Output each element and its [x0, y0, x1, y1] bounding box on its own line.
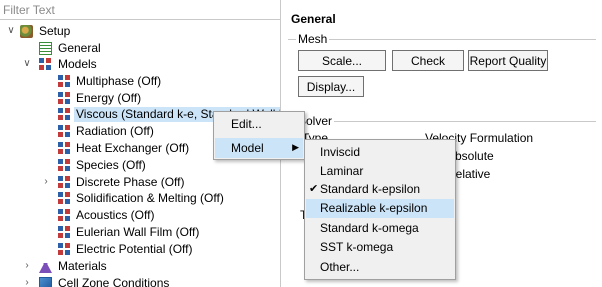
solver-group-border	[288, 121, 596, 122]
filter-text-input[interactable]	[0, 0, 280, 20]
tree-label: Discrete Phase (Off)	[76, 175, 185, 189]
tree-item-discrete-phase[interactable]: › Discrete Phase (Off)	[0, 174, 280, 191]
page-title: General	[291, 12, 336, 26]
chevron-down-icon[interactable]: ∨	[6, 25, 16, 37]
model-icon	[58, 108, 71, 121]
tree-label: General	[58, 41, 101, 55]
tree-item-materials[interactable]: › Materials	[0, 258, 280, 275]
menu-item-label: Inviscid	[320, 145, 361, 159]
submenu-item-standard-k-epsilon[interactable]: ✔ Standard k-epsilon	[306, 180, 454, 199]
model-icon	[58, 125, 71, 138]
tree-label: Setup	[39, 24, 71, 38]
chevron-right-icon[interactable]: ›	[41, 176, 51, 188]
model-icon	[58, 192, 71, 205]
tree-label: Electric Potential (Off)	[76, 242, 193, 256]
menu-item-label: Laminar	[320, 164, 364, 178]
menu-item-label: Other...	[320, 260, 360, 274]
menu-item-label: Standard k-epsilon	[320, 182, 421, 196]
setup-icon	[20, 25, 33, 38]
tree-item-eulerian-wall-film[interactable]: Eulerian Wall Film (Off)	[0, 224, 280, 241]
context-menu-edit[interactable]: Edit...	[215, 114, 303, 134]
tree-item-energy[interactable]: Energy (Off)	[0, 90, 280, 107]
submenu-arrow-icon: ▶	[292, 142, 299, 152]
tree-label: Solidification & Melting (Off)	[76, 191, 224, 205]
menu-item-label: Model	[231, 141, 264, 155]
cell-zone-icon	[39, 277, 52, 287]
submenu-item-realizable-k-epsilon[interactable]: Realizable k-epsilon	[306, 199, 454, 218]
tree-label: Cell Zone Conditions	[58, 276, 170, 287]
model-icon	[58, 226, 71, 239]
tree-label: Radiation (Off)	[76, 124, 154, 138]
check-button[interactable]: Check	[392, 50, 464, 71]
tree-label: Energy (Off)	[76, 91, 142, 105]
models-icon	[39, 58, 52, 71]
submenu-item-sst-k-omega[interactable]: SST k-omega	[306, 238, 454, 257]
tree-label: Heat Exchanger (Off)	[76, 141, 190, 155]
tree-label: Multiphase (Off)	[76, 74, 162, 88]
display-button[interactable]: Display...	[298, 76, 364, 97]
tree-item-models[interactable]: ∨ Models	[0, 56, 280, 73]
submenu-item-other[interactable]: Other...	[306, 258, 454, 277]
tree-item-multiphase[interactable]: Multiphase (Off)	[0, 73, 280, 90]
checkmark-icon: ✔	[309, 183, 319, 195]
model-submenu: Inviscid Laminar ✔ Standard k-epsilon Re…	[304, 139, 456, 280]
tree-item-cell-zone-conditions[interactable]: › Cell Zone Conditions	[0, 275, 280, 287]
chevron-right-icon[interactable]: ›	[22, 277, 32, 287]
model-icon	[58, 243, 71, 256]
report-quality-button[interactable]: Report Quality	[468, 50, 548, 71]
general-icon	[39, 42, 52, 55]
menu-item-label: Standard k-omega	[320, 221, 419, 235]
tree-label: Species (Off)	[76, 158, 146, 172]
scale-button[interactable]: Scale...	[298, 50, 386, 71]
submenu-item-inviscid[interactable]: Inviscid	[306, 143, 454, 162]
menu-item-label: Edit...	[231, 117, 262, 131]
tree-item-setup[interactable]: ∨ Setup	[0, 23, 280, 40]
tree-label: Materials	[58, 259, 107, 273]
model-icon	[58, 75, 71, 88]
model-icon	[58, 142, 71, 155]
model-icon	[58, 176, 71, 189]
tree-label: Acoustics (Off)	[76, 208, 155, 222]
chevron-right-icon[interactable]: ›	[22, 260, 32, 272]
model-icon	[58, 92, 71, 105]
submenu-item-standard-k-omega[interactable]: Standard k-omega	[306, 219, 454, 238]
tree-item-solidification-melting[interactable]: Solidification & Melting (Off)	[0, 190, 280, 207]
context-menu: Edit... Model ▶	[213, 111, 305, 160]
context-menu-model[interactable]: Model ▶	[215, 138, 303, 158]
chevron-down-icon[interactable]: ∨	[22, 58, 32, 70]
tree-item-electric-potential[interactable]: Electric Potential (Off)	[0, 241, 280, 258]
model-icon	[58, 209, 71, 222]
mesh-group-border	[288, 39, 596, 40]
mesh-group-title: Mesh	[296, 32, 330, 46]
menu-item-label: Realizable k-epsilon	[320, 201, 428, 215]
tree-item-general[interactable]: General	[0, 40, 280, 57]
flask-icon	[39, 260, 52, 273]
tree-label: Models	[58, 57, 97, 71]
tree-label: Eulerian Wall Film (Off)	[76, 225, 200, 239]
tree-item-acoustics[interactable]: Acoustics (Off)	[0, 207, 280, 224]
model-icon	[58, 159, 71, 172]
menu-item-label: SST k-omega	[320, 240, 394, 254]
submenu-item-laminar[interactable]: Laminar	[306, 162, 454, 181]
